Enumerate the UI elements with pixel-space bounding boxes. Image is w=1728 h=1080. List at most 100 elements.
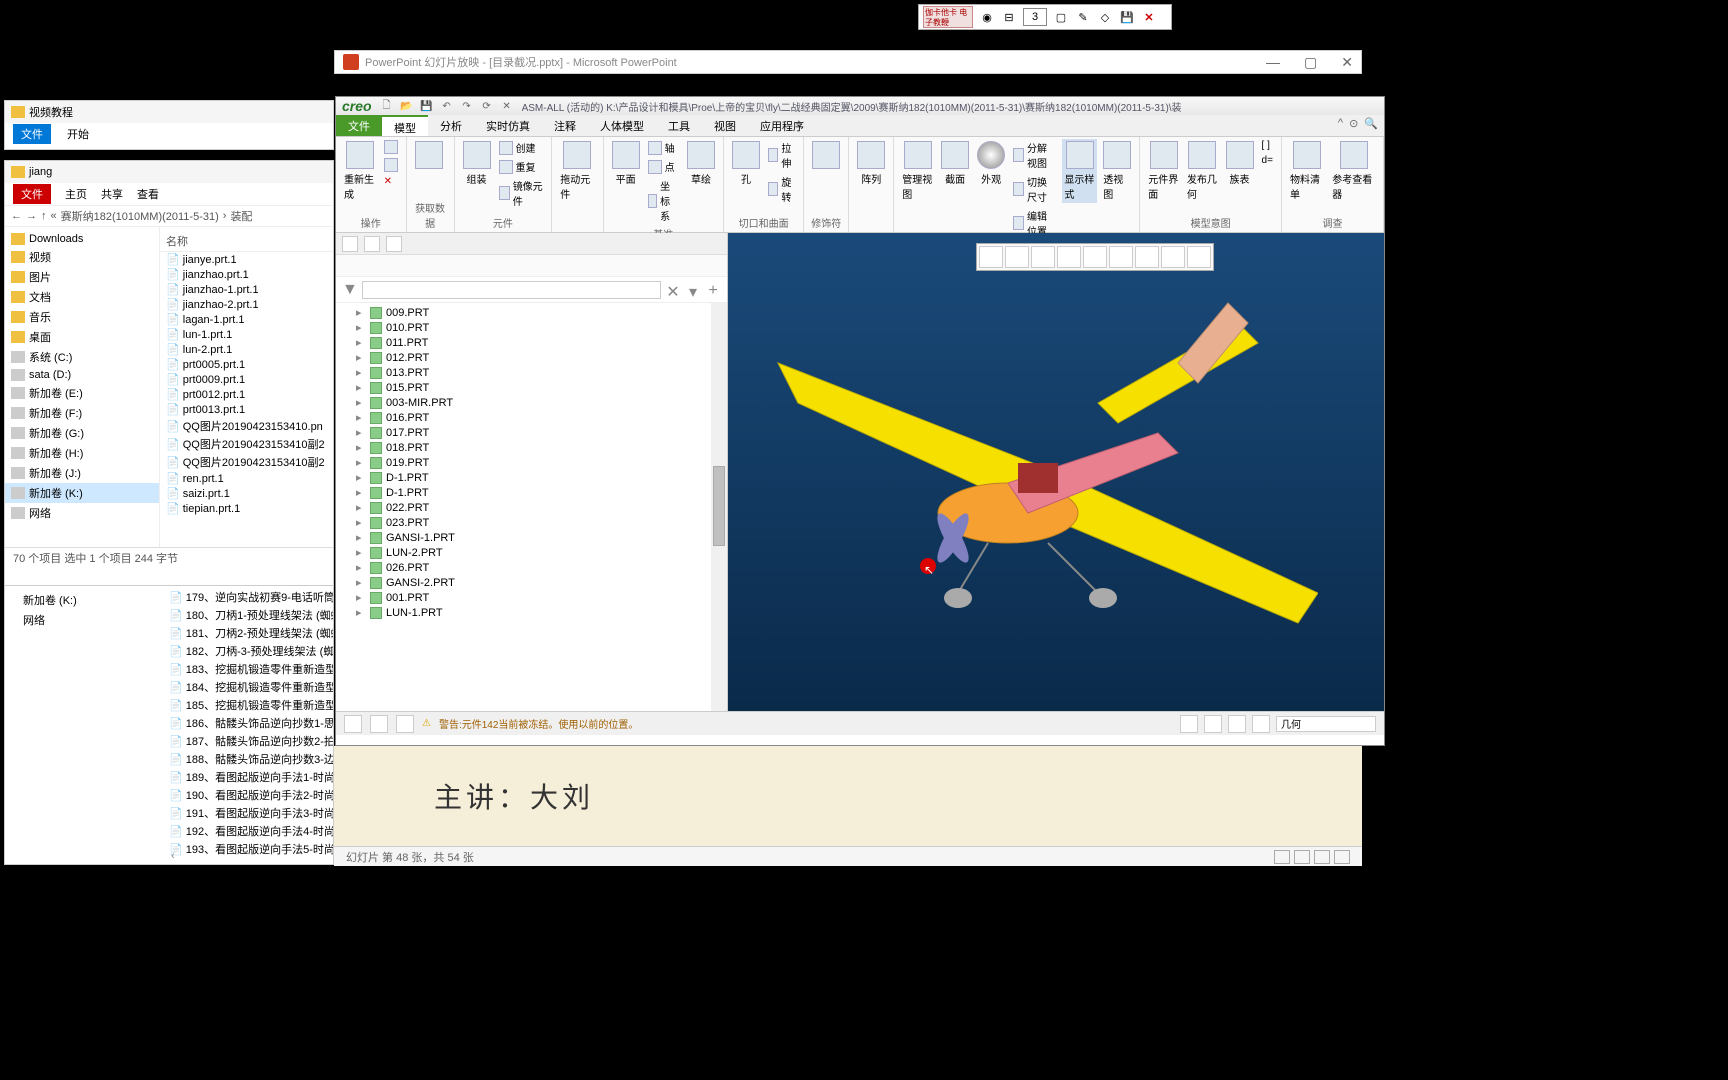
tree-item[interactable]: 新加卷 (F:): [5, 403, 159, 423]
model-tree-item[interactable]: ▸001.PRT: [336, 590, 727, 605]
tree-item[interactable]: 音乐: [5, 307, 159, 327]
expand-arrow-icon[interactable]: ▸: [356, 381, 366, 394]
explode-view-button[interactable]: 分解视图: [1011, 139, 1058, 171]
close-button[interactable]: ✕: [1341, 54, 1353, 71]
save-icon[interactable]: 💾: [420, 99, 434, 113]
status-r-btn-1[interactable]: [1180, 715, 1198, 733]
status-btn-2[interactable]: [370, 715, 388, 733]
breadcrumb-mid[interactable]: 赛斯纳182(1010MM)(2011-5-31): [61, 208, 219, 224]
model-tree-item[interactable]: ▸009.PRT: [336, 305, 727, 320]
vp-btn-9[interactable]: [1187, 246, 1211, 268]
list-item[interactable]: 📄 192、看图起版逆向手法4-时尚面盆: [165, 822, 333, 840]
tab-annotate[interactable]: 注释: [542, 115, 588, 136]
point-button[interactable]: 点: [646, 158, 681, 175]
tab-file[interactable]: 文件: [336, 115, 382, 136]
list-item[interactable]: 📄 183、挖掘机锻造零件重新造型逆向: [165, 660, 333, 678]
sketch-button[interactable]: 草绘: [685, 139, 717, 188]
expand-arrow-icon[interactable]: ▸: [356, 456, 366, 469]
relations-button[interactable]: d=: [1260, 154, 1275, 167]
tree-item[interactable]: 桌面: [5, 327, 159, 347]
tab-model[interactable]: 模型: [382, 115, 428, 136]
expand-arrow-icon[interactable]: ▸: [356, 426, 366, 439]
extrude-button[interactable]: 拉伸: [766, 139, 797, 171]
op-sbtn-2[interactable]: [382, 157, 400, 173]
mt-btn-3[interactable]: [386, 236, 402, 252]
expand-arrow-icon[interactable]: ▸: [356, 516, 366, 529]
tree-item[interactable]: 新加卷 (E:): [5, 383, 159, 403]
tree-item[interactable]: 新加卷 (H:): [5, 443, 159, 463]
expand-arrow-icon[interactable]: ▸: [356, 486, 366, 499]
model-tree-item[interactable]: ▸GANSI-2.PRT: [336, 575, 727, 590]
3d-viewport[interactable]: ↖: [728, 233, 1384, 711]
filter-add-icon[interactable]: +: [705, 282, 721, 298]
nav-back-icon[interactable]: ←: [11, 210, 22, 222]
tab-apps[interactable]: 应用程序: [748, 115, 816, 136]
tree-item[interactable]: 新加卷 (K:): [5, 590, 165, 610]
expand-arrow-icon[interactable]: ▸: [356, 411, 366, 424]
tree-item[interactable]: 图片: [5, 267, 159, 287]
expand-arrow-icon[interactable]: ▸: [356, 336, 366, 349]
plane-button[interactable]: 平面: [610, 139, 642, 188]
model-tree-item[interactable]: ▸013.PRT: [336, 365, 727, 380]
explorer1-menu-home[interactable]: 开始: [67, 126, 89, 142]
tab-view[interactable]: 视图: [702, 115, 748, 136]
assemble-button[interactable]: 组装: [461, 139, 493, 188]
model-tree-item[interactable]: ▸015.PRT: [336, 380, 727, 395]
list-item[interactable]: 📄 185、挖掘机锻造零件重新造型逆向: [165, 696, 333, 714]
list-item[interactable]: 📄 179、逆向实战初赛9-电话听筒大娃: [165, 588, 333, 606]
vp-btn-7[interactable]: [1135, 246, 1159, 268]
list-item[interactable]: 📄 180、刀柄1-预处理线架法 (蜘蛛: [165, 606, 333, 624]
expand-arrow-icon[interactable]: ▸: [356, 366, 366, 379]
file-item[interactable]: 📄 jianzhao-2.prt.1: [160, 297, 333, 312]
status-r-btn-2[interactable]: [1204, 715, 1222, 733]
tool-btn-2[interactable]: ⊟: [1001, 9, 1017, 25]
back-arrow-icon[interactable]: ‹: [171, 850, 175, 862]
list-item[interactable]: 📄 182、刀柄-3-预处理线架法 (蜘: [165, 642, 333, 660]
tree-item[interactable]: Downloads: [5, 231, 159, 247]
component-interface-button[interactable]: 元件界面: [1146, 139, 1181, 203]
ribbon-collapse-icon[interactable]: ^: [1338, 117, 1343, 134]
file-item[interactable]: 📄 prt0012.prt.1: [160, 387, 333, 402]
expand-arrow-icon[interactable]: ▸: [356, 546, 366, 559]
axis-button[interactable]: 轴: [646, 139, 681, 156]
file-item[interactable]: 📄 ren.prt.1: [160, 471, 333, 486]
section-button[interactable]: 截面: [939, 139, 971, 188]
redo-icon[interactable]: ↷: [460, 99, 474, 113]
close-icon[interactable]: ✕: [1141, 9, 1157, 25]
tool-btn-1[interactable]: ◉: [979, 9, 995, 25]
file-item[interactable]: 📄 QQ图片20190423153410.pn: [160, 417, 333, 435]
pp-view-sorter[interactable]: [1294, 850, 1310, 864]
save-icon[interactable]: 💾: [1119, 9, 1135, 25]
model-tree-item[interactable]: ▸022.PRT: [336, 500, 727, 515]
ref-viewer-button[interactable]: 参考查看器: [1330, 139, 1377, 203]
model-tree-item[interactable]: ▸026.PRT: [336, 560, 727, 575]
appearance-button[interactable]: 外观: [975, 139, 1007, 188]
pp-view-normal[interactable]: [1274, 850, 1290, 864]
explorer2-menu-share[interactable]: 共享: [101, 186, 123, 202]
explorer2-menu-view[interactable]: 查看: [137, 186, 159, 202]
expand-arrow-icon[interactable]: ▸: [356, 351, 366, 364]
drag-component-button[interactable]: 拖动元件: [558, 139, 596, 203]
tab-realtime-sim[interactable]: 实时仿真: [474, 115, 542, 136]
tab-manikin[interactable]: 人体模型: [588, 115, 656, 136]
tree-item[interactable]: 文档: [5, 287, 159, 307]
vp-btn-3[interactable]: [1031, 246, 1055, 268]
model-tree-item[interactable]: ▸LUN-1.PRT: [336, 605, 727, 620]
model-tree-item[interactable]: ▸010.PRT: [336, 320, 727, 335]
files-header-name[interactable]: 名称: [160, 231, 333, 252]
filter-icon[interactable]: ▼: [342, 281, 358, 299]
list-item[interactable]: 📄 184、挖掘机锻造零件重新造型逆向: [165, 678, 333, 696]
mt-btn-1[interactable]: [342, 236, 358, 252]
expand-arrow-icon[interactable]: ▸: [356, 576, 366, 589]
file-item[interactable]: 📄 prt0013.prt.1: [160, 402, 333, 417]
file-item[interactable]: 📄 lun-1.prt.1: [160, 327, 333, 342]
file-item[interactable]: 📄 jianzhao.prt.1: [160, 267, 333, 282]
model-tree-scrollbar[interactable]: [711, 303, 727, 711]
display-style-button[interactable]: 显示样式: [1062, 139, 1097, 203]
model-tree-filter-input[interactable]: [362, 281, 661, 299]
list-item[interactable]: 📄 181、刀柄2-预处理线架法 (蜘蛛: [165, 624, 333, 642]
publish-geom-button[interactable]: 发布几何: [1185, 139, 1220, 203]
expand-arrow-icon[interactable]: ▸: [356, 471, 366, 484]
ribbon-help-icon[interactable]: ⊙: [1349, 117, 1358, 134]
model-tree-item[interactable]: ▸011.PRT: [336, 335, 727, 350]
